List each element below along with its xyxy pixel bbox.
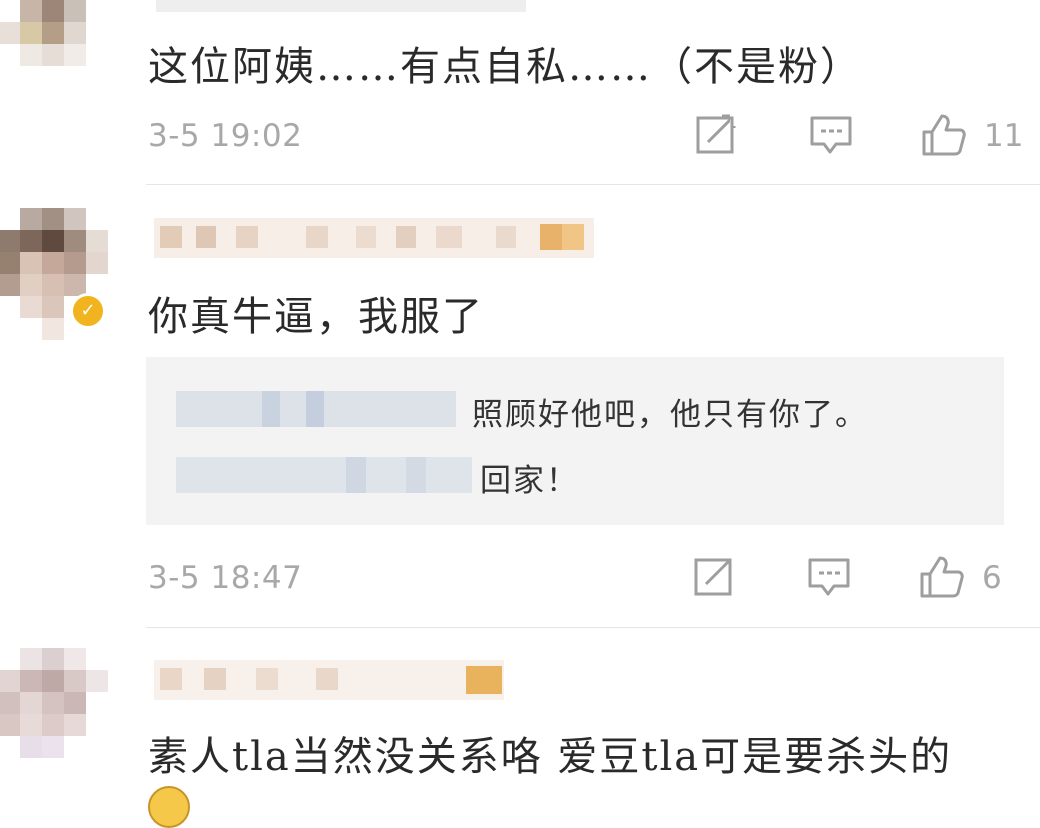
comment-text: 素人tla当然没关系咯 爱豆tla可是要杀头的: [148, 734, 953, 780]
username-blurred[interactable]: [146, 660, 526, 700]
repost-icon[interactable]: [694, 112, 740, 158]
repost-icon[interactable]: [692, 554, 738, 600]
quoted-username-blurred[interactable]: [176, 457, 476, 493]
like-count: 6: [982, 560, 1002, 596]
quoted-reply[interactable]: 照顾好他吧，他只有你了。 回家！: [146, 357, 1004, 525]
avatar[interactable]: [0, 0, 112, 90]
quoted-reply-text: 回家！: [480, 463, 579, 499]
username-blurred[interactable]: [146, 218, 606, 258]
timestamp: 3-5 19:02: [148, 118, 303, 154]
avatar[interactable]: [0, 644, 112, 800]
quoted-username-blurred[interactable]: [176, 391, 466, 427]
comment-meta: 3-5 18:47 6: [0, 554, 1040, 604]
comment-text: 这位阿姨……有点自私……（不是粉）: [148, 44, 862, 90]
comment-icon[interactable]: [806, 554, 852, 600]
username-blurred[interactable]: [146, 0, 546, 12]
quoted-reply-line: 照顾好他吧，他只有你了。: [176, 391, 996, 433]
comment-meta: 3-5 19:02 11: [0, 112, 1040, 162]
timestamp: 3-5 18:47: [148, 560, 303, 596]
emoji-icon: [148, 786, 190, 828]
verified-badge-icon: ✓: [70, 293, 106, 329]
like-icon[interactable]: [918, 554, 964, 600]
quoted-reply-text: 照顾好他吧，他只有你了。: [472, 397, 868, 433]
divider: [146, 184, 1040, 185]
like-icon[interactable]: [920, 112, 966, 158]
divider: [146, 627, 1040, 628]
quoted-reply-line: 回家！: [176, 457, 996, 499]
like-count: 11: [984, 118, 1024, 154]
comment-text: 你真牛逼，我服了: [148, 294, 484, 340]
comment-icon[interactable]: [808, 112, 854, 158]
